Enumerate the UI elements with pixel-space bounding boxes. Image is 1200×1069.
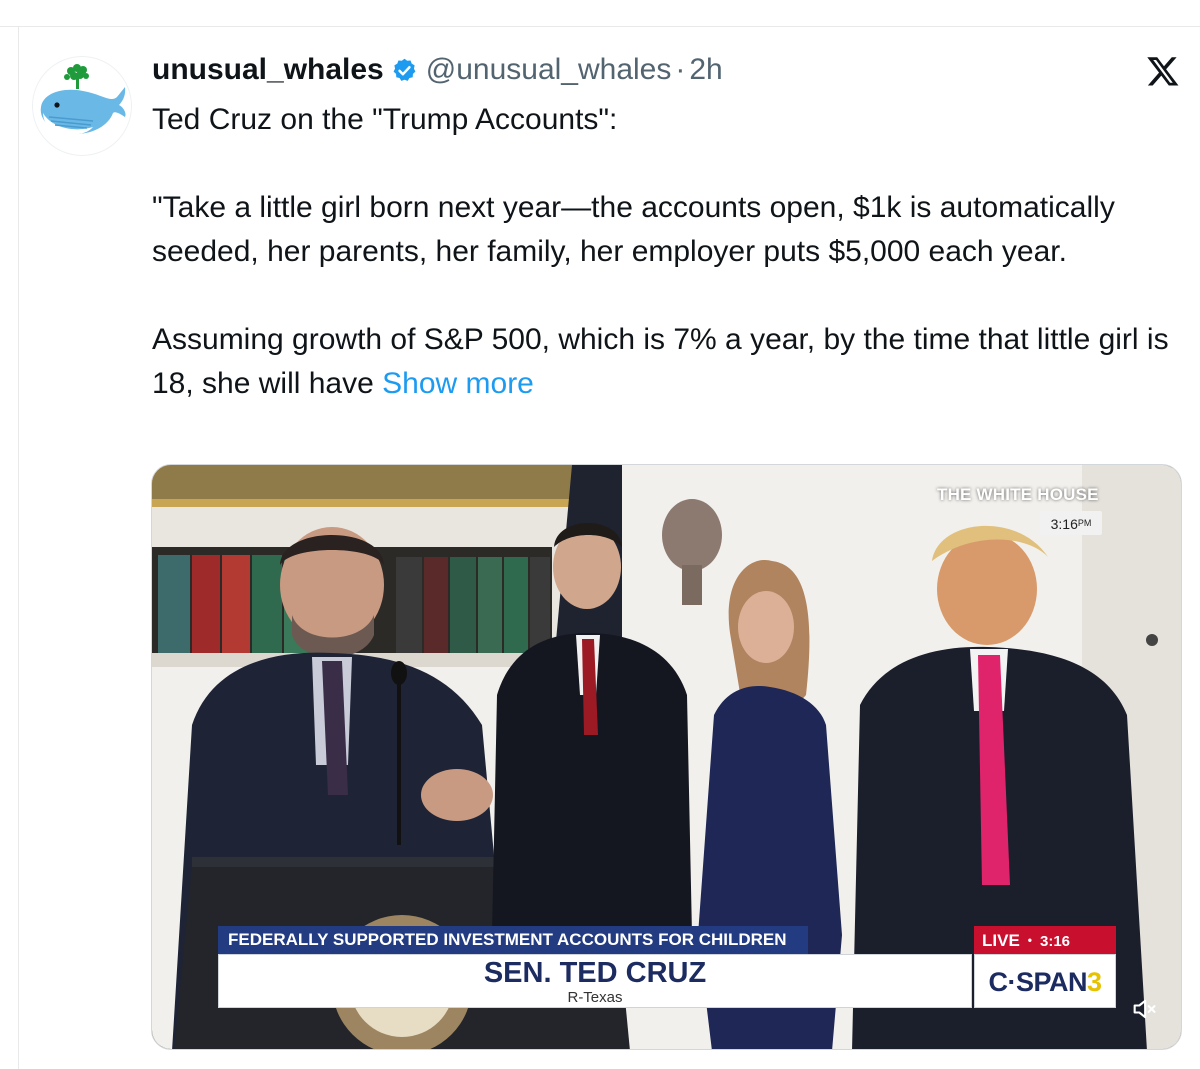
lower-third-topic: FEDERALLY SUPPORTED INVESTMENT ACCOUNTS … xyxy=(218,926,808,954)
show-more-link[interactable]: Show more xyxy=(382,367,534,400)
tweet-text-truncated: Assuming growth of S&P 500, which is 7% … xyxy=(152,323,1169,400)
whale-avatar-icon xyxy=(40,64,126,135)
speaker-muted-icon[interactable] xyxy=(1130,995,1158,1023)
x-logo-icon[interactable] xyxy=(1146,54,1180,88)
display-name[interactable]: unusual_whales xyxy=(152,53,384,87)
lower-third-subtitle: R-Texas xyxy=(567,989,623,1006)
tweet-text: Ted Cruz on the "Trump Accounts": "Take … xyxy=(152,98,1182,406)
lower-third-name-box: SEN. TED CRUZ R-Texas xyxy=(218,954,972,1008)
lower-third-name: SEN. TED CRUZ xyxy=(483,957,707,989)
tweet-text-quote: "Take a little girl born next year—the a… xyxy=(152,191,1115,268)
verified-badge-icon[interactable] xyxy=(391,57,418,84)
channel-time: 3:16PM xyxy=(1040,511,1102,535)
video-player[interactable]: THE WHITE HOUSE 3:16PM FEDERALLY SUPPORT… xyxy=(151,464,1182,1050)
separator-dot: · xyxy=(675,53,686,86)
tweet-header: unusual_whales @unusual_whales · 2h xyxy=(152,50,723,90)
card-top-border xyxy=(0,26,1200,27)
network-logo: C·SPAN3 xyxy=(974,954,1116,1008)
handle[interactable]: @unusual_whales xyxy=(426,53,672,87)
live-indicator: LIVE • 3:16 xyxy=(974,926,1116,954)
tweet-text-continuation: Assuming growth of S&P 500, which is 7% … xyxy=(152,318,1182,406)
card-left-border xyxy=(18,26,19,1069)
channel-badge: THE WHITE HOUSE xyxy=(937,485,1099,504)
tweet-text-line1: Ted Cruz on the "Trump Accounts": xyxy=(152,103,618,136)
avatar[interactable] xyxy=(32,56,132,156)
timestamp[interactable]: 2h xyxy=(689,53,722,87)
